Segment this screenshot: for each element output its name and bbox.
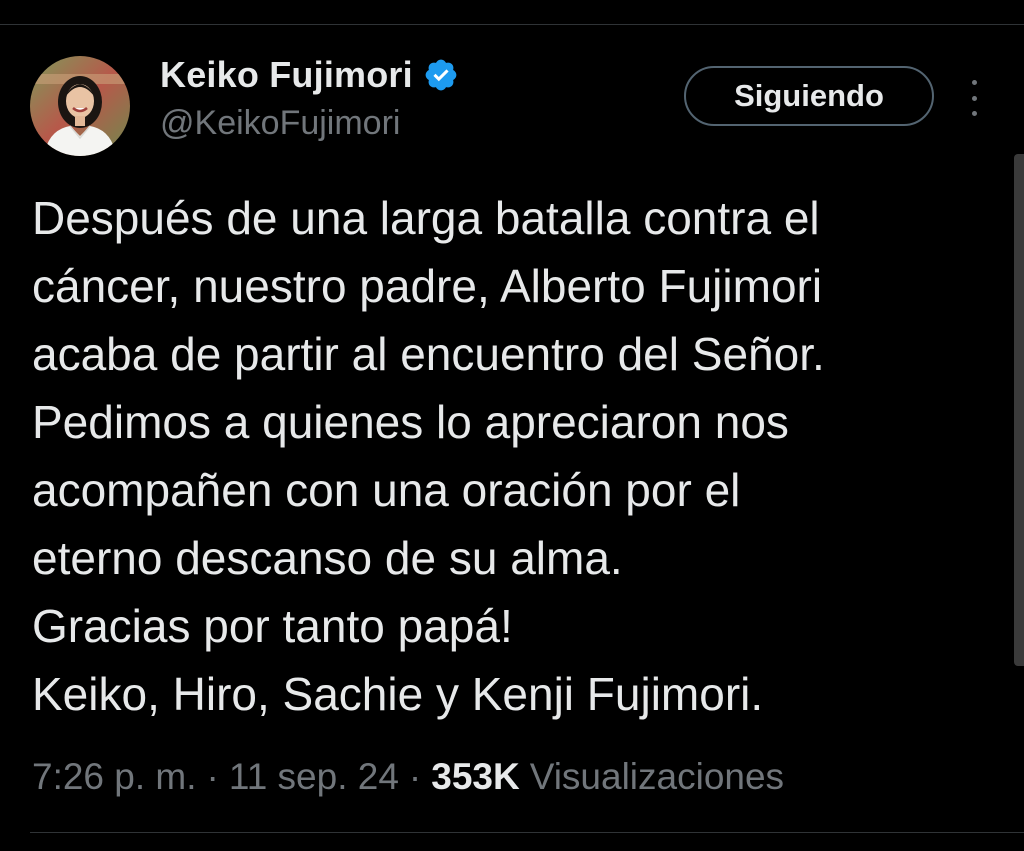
display-name-row: Keiko Fujimori (160, 52, 459, 98)
meta-separator: · (206, 756, 219, 797)
profile-photo (30, 56, 130, 156)
meta-separator: · (408, 756, 422, 797)
tweet-line: cáncer, nuestro padre, Alberto Fujimori (32, 260, 823, 312)
top-divider (0, 24, 1024, 25)
scrollbar[interactable] (1014, 154, 1024, 666)
dot (971, 111, 977, 116)
more-options-icon[interactable] (962, 80, 986, 116)
avatar[interactable] (30, 56, 130, 156)
handle[interactable]: @KeikoFujimori (160, 104, 400, 143)
tweet-meta: 7:26 p. m. · 11 sep. 24 · 353K Visualiza… (32, 752, 784, 802)
bottom-divider (30, 832, 1024, 833)
following-button[interactable]: Siguiendo (684, 66, 934, 126)
tweet-text: Después de una larga batalla contra el c… (32, 184, 992, 728)
display-name[interactable]: Keiko Fujimori (160, 54, 413, 96)
tweet-line: Keiko, Hiro, Sachie y Kenji Fujimori. (32, 668, 764, 720)
views-label[interactable]: Visualizaciones (530, 756, 784, 798)
tweet-line: eterno descanso de su alma. (32, 532, 623, 584)
tweet-line: Después de una larga batalla contra el (32, 192, 820, 244)
tweet-line: Pedimos a quienes lo apreciaron nos (32, 396, 789, 448)
tweet-time[interactable]: 7:26 p. m. (32, 756, 197, 798)
tweet-line: acaba de partir al encuentro del Señor. (32, 328, 825, 380)
tweet-date[interactable]: 11 sep. 24 (229, 756, 399, 798)
tweet-line: Gracias por tanto papá! (32, 600, 513, 652)
dot (971, 95, 977, 101)
tweet-line: acompañen con una oración por el (32, 464, 741, 516)
dot (971, 80, 977, 85)
verified-badge-icon[interactable] (423, 57, 459, 93)
views-count[interactable]: 353K (431, 756, 519, 798)
